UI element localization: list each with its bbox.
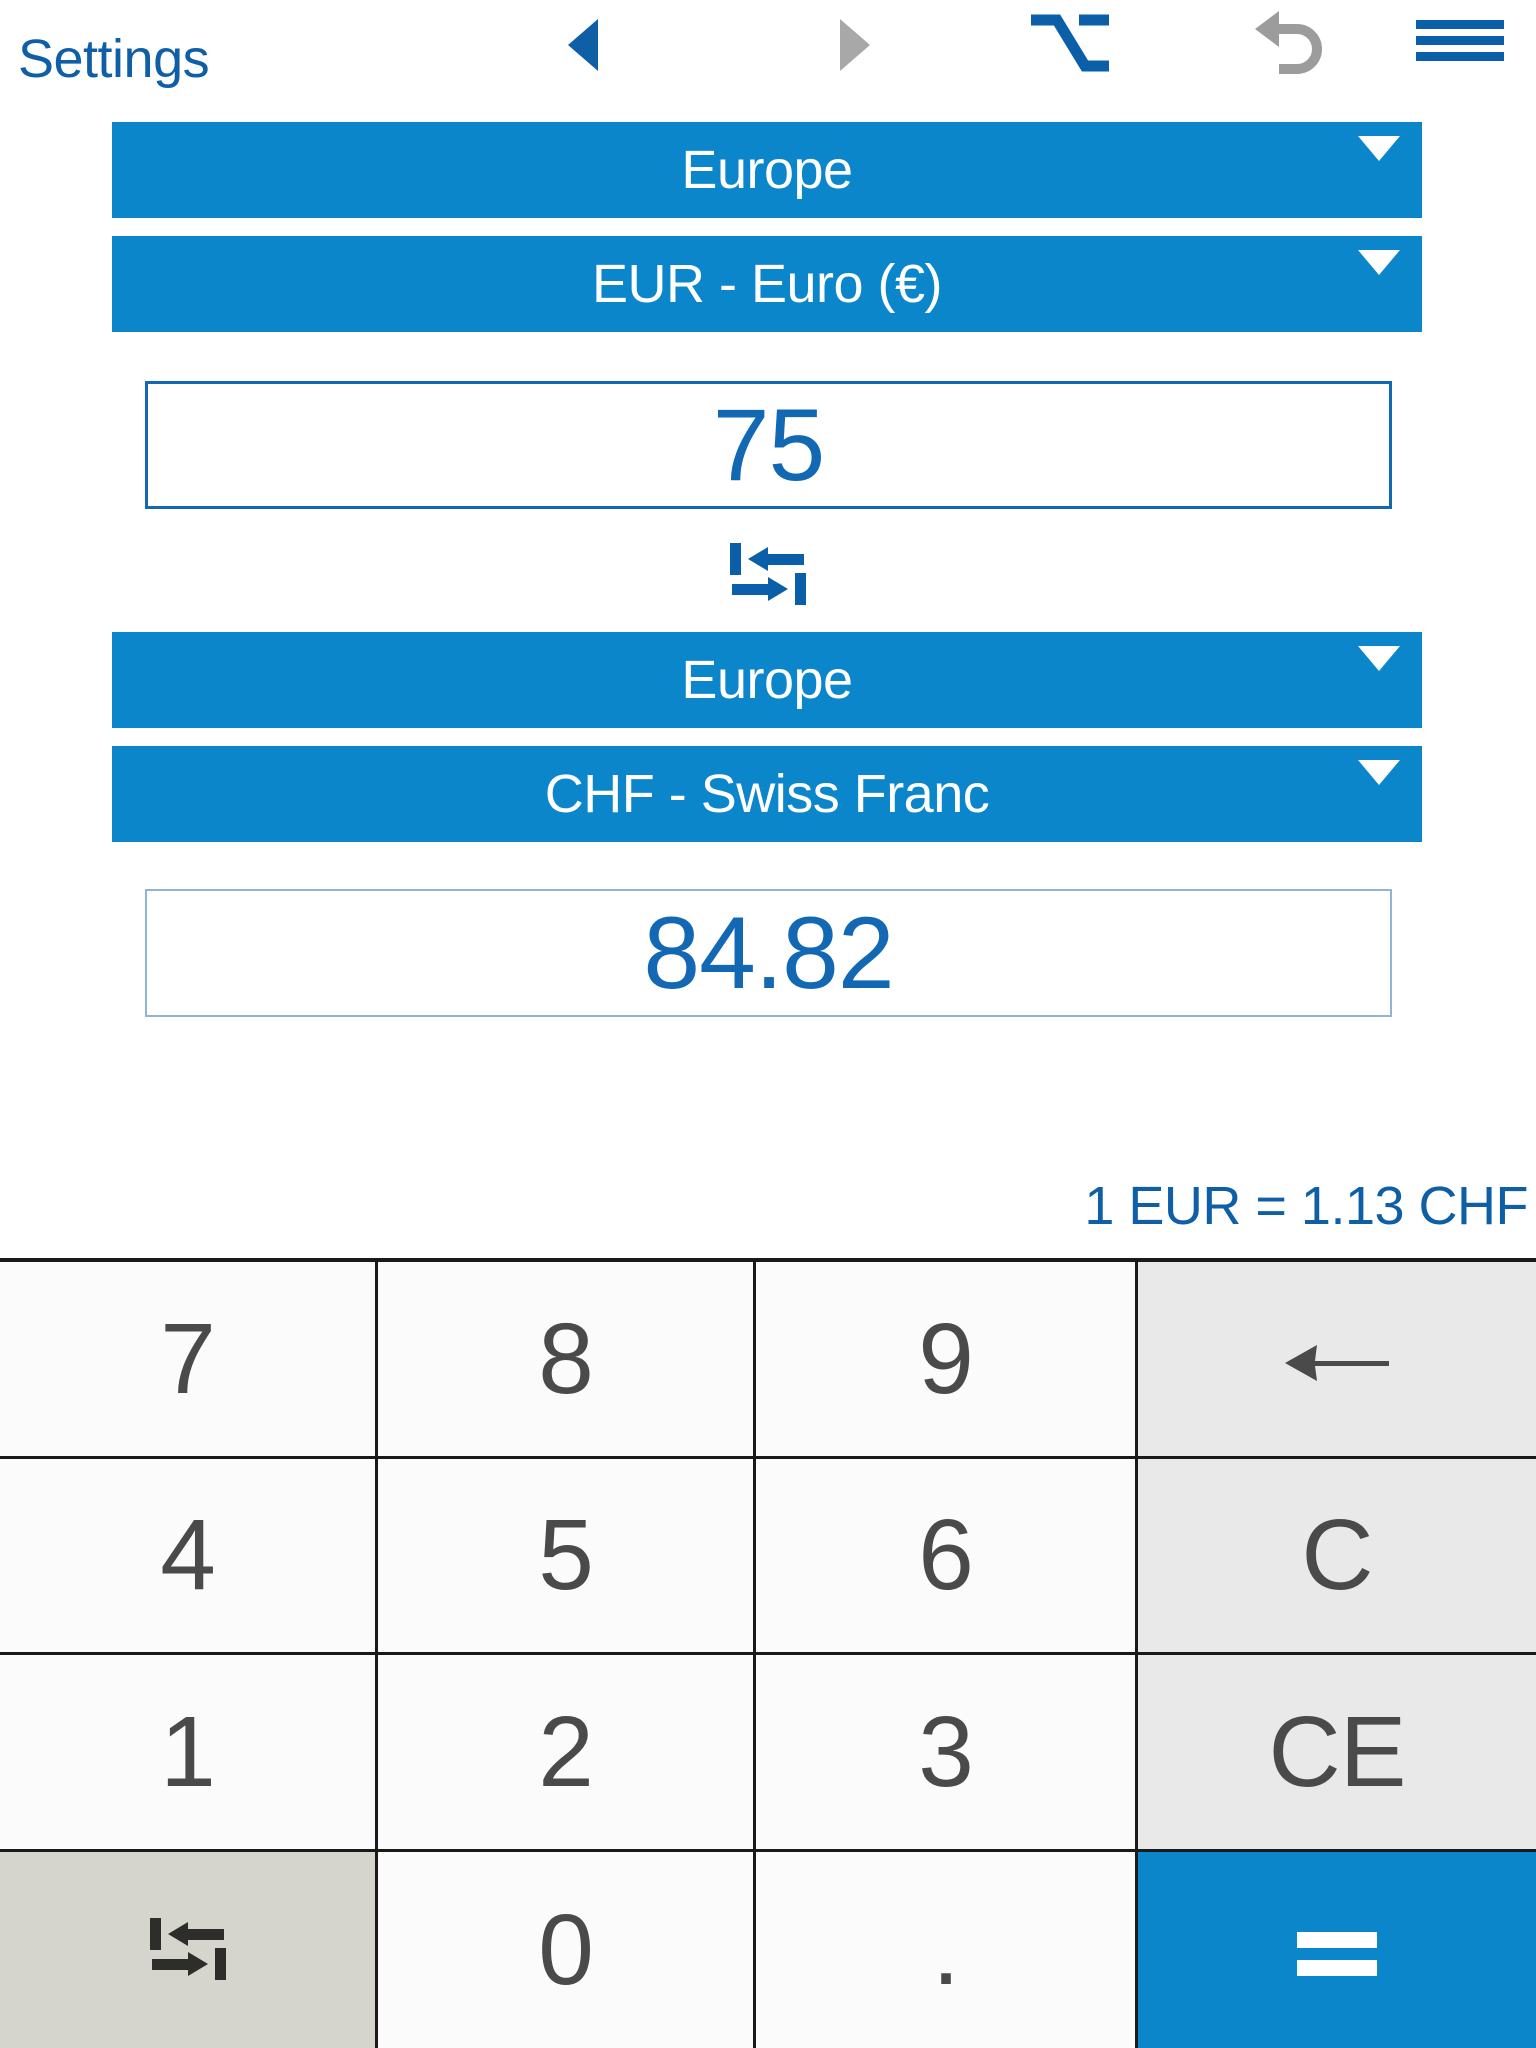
exchange-rate-text: 1 EUR = 1.13 CHF xyxy=(1084,1176,1528,1236)
key-backspace[interactable]: ← xyxy=(1138,1262,1536,1459)
key-clear-label: C xyxy=(1301,1499,1373,1612)
key-6-label: 6 xyxy=(918,1499,974,1612)
key-0[interactable]: 0 xyxy=(378,1851,756,2048)
key-3-label: 3 xyxy=(918,1695,974,1808)
option-key-button[interactable] xyxy=(1010,0,1130,118)
triangle-right-icon xyxy=(840,19,870,71)
from-currency-label: EUR - Euro (€) xyxy=(591,254,943,314)
from-region-label: Europe xyxy=(681,140,853,200)
backspace-arrow-icon xyxy=(1277,1307,1397,1411)
toolbar: Settings xyxy=(0,0,1536,118)
currency-converter-app: Settings Europe EUR - Euro (€) 75 Europe… xyxy=(0,0,1536,2048)
key-8-label: 8 xyxy=(538,1302,594,1415)
key-2-label: 2 xyxy=(538,1695,594,1808)
to-region-label: Europe xyxy=(681,650,853,710)
key-clear-entry[interactable]: CE xyxy=(1138,1655,1536,1852)
to-amount-output[interactable]: 84.82 xyxy=(145,889,1392,1017)
undo-button[interactable] xyxy=(1230,0,1350,118)
to-currency-dropdown[interactable]: CHF - Swiss Franc xyxy=(112,746,1422,842)
key-5[interactable]: 5 xyxy=(378,1458,756,1655)
swap-arrows-icon xyxy=(726,539,810,614)
to-amount-value: 84.82 xyxy=(643,896,894,1010)
key-decimal[interactable]: . xyxy=(756,1851,1138,2048)
key-7-label: 7 xyxy=(160,1302,216,1415)
next-button[interactable] xyxy=(800,0,910,118)
triangle-left-icon xyxy=(568,19,598,71)
key-1-label: 1 xyxy=(160,1695,216,1808)
key-2[interactable]: 2 xyxy=(378,1655,756,1852)
from-amount-input[interactable]: 75 xyxy=(145,381,1392,509)
chevron-down-icon xyxy=(1358,646,1400,671)
key-clear-entry-label: CE xyxy=(1268,1695,1407,1808)
key-1[interactable]: 1 xyxy=(0,1655,378,1852)
key-equals[interactable]: = xyxy=(1138,1851,1536,2048)
chevron-down-icon xyxy=(1358,760,1400,785)
chevron-down-icon xyxy=(1358,136,1400,161)
undo-arrow-icon xyxy=(1251,7,1329,82)
option-alt-key-icon xyxy=(1027,12,1113,79)
swap-currencies-button[interactable] xyxy=(718,539,818,613)
key-decimal-label: . xyxy=(932,1893,960,2006)
from-amount-value: 75 xyxy=(712,388,825,502)
previous-button[interactable] xyxy=(528,0,638,118)
chevron-down-icon xyxy=(1358,250,1400,275)
hamburger-menu-icon xyxy=(1414,18,1506,69)
key-4-label: 4 xyxy=(160,1499,216,1612)
numeric-keypad: 7 8 9 ← 4 5 6 C 1 2 3 CE 0. = xyxy=(0,1258,1536,2048)
key-7[interactable]: 7 xyxy=(0,1262,378,1459)
equals-icon xyxy=(1289,1898,1385,2002)
key-9-label: 9 xyxy=(918,1302,974,1415)
to-currency-label: CHF - Swiss Franc xyxy=(544,764,990,824)
to-region-dropdown[interactable]: Europe xyxy=(112,632,1422,728)
swap-arrows-icon xyxy=(146,1898,230,2002)
from-region-dropdown[interactable]: Europe xyxy=(112,122,1422,218)
menu-button[interactable] xyxy=(1400,0,1520,118)
key-8[interactable]: 8 xyxy=(378,1262,756,1459)
key-3[interactable]: 3 xyxy=(756,1655,1138,1852)
key-clear[interactable]: C xyxy=(1138,1458,1536,1655)
key-0-label: 0 xyxy=(538,1893,594,2006)
settings-button[interactable]: Settings xyxy=(18,28,210,90)
key-6[interactable]: 6 xyxy=(756,1458,1138,1655)
key-4[interactable]: 4 xyxy=(0,1458,378,1655)
key-swap[interactable] xyxy=(0,1851,378,2048)
key-9[interactable]: 9 xyxy=(756,1262,1138,1459)
key-5-label: 5 xyxy=(538,1499,594,1612)
from-currency-dropdown[interactable]: EUR - Euro (€) xyxy=(112,236,1422,332)
